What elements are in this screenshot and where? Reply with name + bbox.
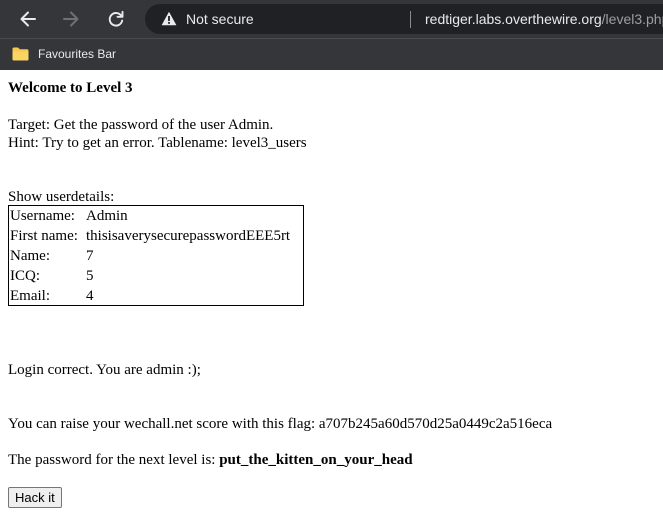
details-label: Email: <box>10 288 50 304</box>
back-arrow-icon <box>20 11 36 27</box>
url-host: redtiger.labs.overthewire.org <box>425 11 602 27</box>
details-label: ICQ: <box>10 268 40 284</box>
url-path: /level3.php?usr=MDc2MTUxMDIy <box>601 11 663 27</box>
forward-arrow-icon <box>63 11 79 27</box>
page-title: Welcome to Level 3 <box>8 80 133 96</box>
details-value: 5 <box>86 268 94 284</box>
favourites-bar-label[interactable]: Favourites Bar <box>38 47 116 61</box>
next-level-text: The password for the next level is: put_… <box>8 451 413 469</box>
address-bar[interactable]: Not secure redtiger.labs.overthewire.org… <box>145 4 663 34</box>
user-details-table: Username: Admin First name: thisisaverys… <box>8 205 304 306</box>
flag-message: You can raise your wechall.net score wit… <box>8 416 553 432</box>
details-label: First name: <box>10 228 78 244</box>
details-value: 4 <box>86 288 94 304</box>
address-separator <box>410 11 411 28</box>
details-label: Name: <box>10 248 50 264</box>
details-value: thisisaverysecurepasswordEEE5rt <box>86 228 291 244</box>
folder-icon[interactable] <box>12 47 29 61</box>
login-message: Login correct. You are admin :); <box>8 362 201 378</box>
forward-button[interactable] <box>56 4 86 34</box>
details-label: Username: <box>10 208 75 224</box>
url-text[interactable]: redtiger.labs.overthewire.org/level3.php… <box>425 11 663 27</box>
browser-toolbar: Not secure redtiger.labs.overthewire.org… <box>0 0 663 38</box>
favourites-bar: Favourites Bar <box>0 38 663 70</box>
page-content: Welcome to Level 3 Target: Get the passw… <box>0 70 663 517</box>
details-value: Admin <box>86 208 128 224</box>
hint-text: Hint: Try to get an error. Tablename: le… <box>8 135 307 151</box>
details-title: Show userdetails: <box>8 189 115 205</box>
hack-it-button[interactable]: Hack it <box>8 487 62 508</box>
back-button[interactable] <box>13 4 43 34</box>
security-label[interactable]: Not secure <box>186 11 254 27</box>
details-value: 7 <box>86 248 94 264</box>
reload-icon <box>108 10 124 27</box>
warning-icon <box>161 11 177 26</box>
target-text: Target: Get the password of the user Adm… <box>8 117 274 133</box>
next-level-prefix: The password for the next level is: <box>8 452 220 468</box>
reload-button[interactable] <box>101 4 131 34</box>
next-level-password: put_the_kitten_on_your_head <box>219 452 413 468</box>
